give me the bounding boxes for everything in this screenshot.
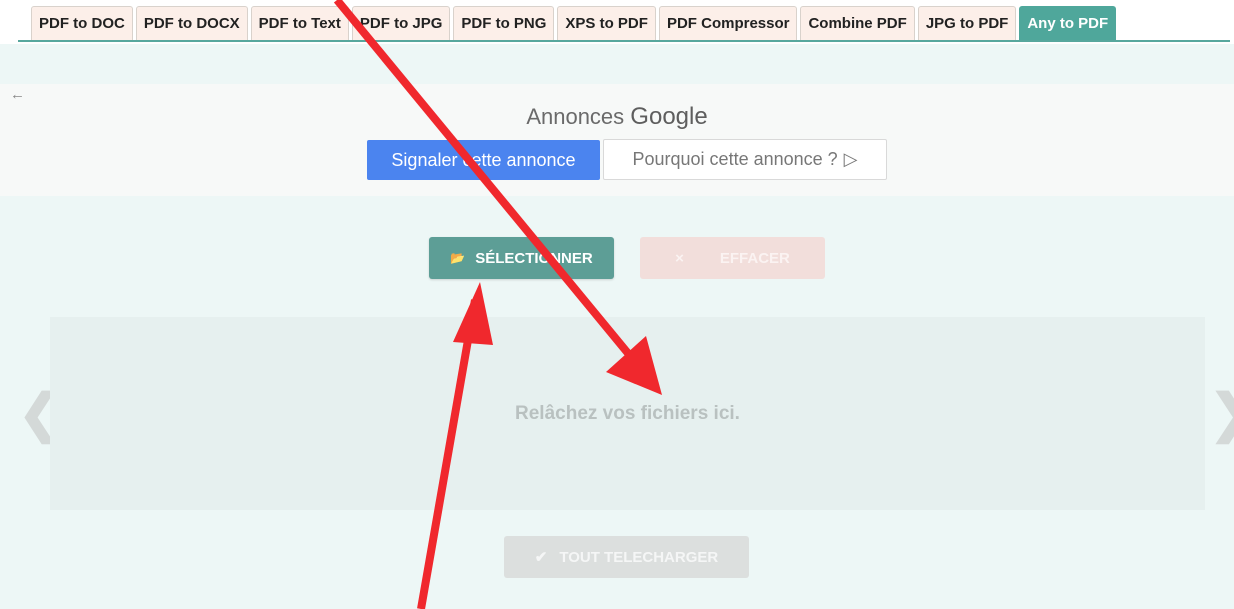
report-ad-button[interactable]: Signaler cette annonce — [367, 140, 600, 180]
tab-pdf-to-docx[interactable]: PDF to DOCX — [135, 6, 248, 40]
tab-pdf-to-png[interactable]: PDF to PNG — [453, 6, 555, 40]
why-this-ad-button[interactable]: Pourquoi cette annonce ? ▷ — [603, 139, 887, 180]
tab-xps-to-pdf[interactable]: XPS to PDF — [557, 6, 656, 40]
ad-google-label: Google — [630, 103, 708, 130]
ad-title: Annonces Google — [0, 103, 1234, 131]
tab-any-to-pdf[interactable]: Any to PDF — [1019, 6, 1117, 40]
download-all-label: TOUT TELECHARGER — [559, 548, 719, 566]
download-all-button[interactable]: ✔ TOUT TELECHARGER — [504, 536, 749, 578]
tab-bar: PDF to DOC PDF to DOCX PDF to Text PDF t… — [0, 0, 1234, 44]
check-icon: ✔ — [534, 549, 548, 566]
tab-jpg-to-pdf[interactable]: JPG to PDF — [917, 6, 1017, 40]
folder-open-icon: 📂 — [450, 251, 466, 265]
tab-list: PDF to DOC PDF to DOCX PDF to Text PDF t… — [31, 6, 1117, 40]
clear-label: EFFACER — [719, 249, 790, 267]
ad-choices-icon: ▷ — [843, 149, 858, 169]
chevron-right-icon[interactable]: ❯ — [1209, 388, 1234, 440]
back-arrow-icon[interactable]: ← — [10, 86, 25, 103]
close-icon: × — [675, 249, 684, 267]
tab-pdf-to-text[interactable]: PDF to Text — [250, 6, 349, 40]
drop-zone[interactable]: Relâchez vos fichiers ici. — [50, 317, 1205, 510]
drop-zone-text: Relâchez vos fichiers ici. — [515, 402, 740, 424]
tab-underline — [18, 40, 1230, 42]
why-this-ad-label: Pourquoi cette annonce ? — [632, 149, 838, 169]
select-files-label: SÉLECTIONNER — [475, 249, 593, 267]
select-files-button[interactable]: 📂 SÉLECTIONNER — [429, 237, 614, 279]
tab-pdf-compressor[interactable]: PDF Compressor — [658, 6, 798, 40]
tab-combine-pdf[interactable]: Combine PDF — [800, 6, 915, 40]
clear-button[interactable]: × EFFACER — [640, 237, 825, 279]
tab-pdf-to-jpg[interactable]: PDF to JPG — [351, 6, 451, 40]
ad-annonces-label: Annonces — [526, 104, 625, 129]
tab-pdf-to-doc[interactable]: PDF to DOC — [31, 6, 133, 40]
